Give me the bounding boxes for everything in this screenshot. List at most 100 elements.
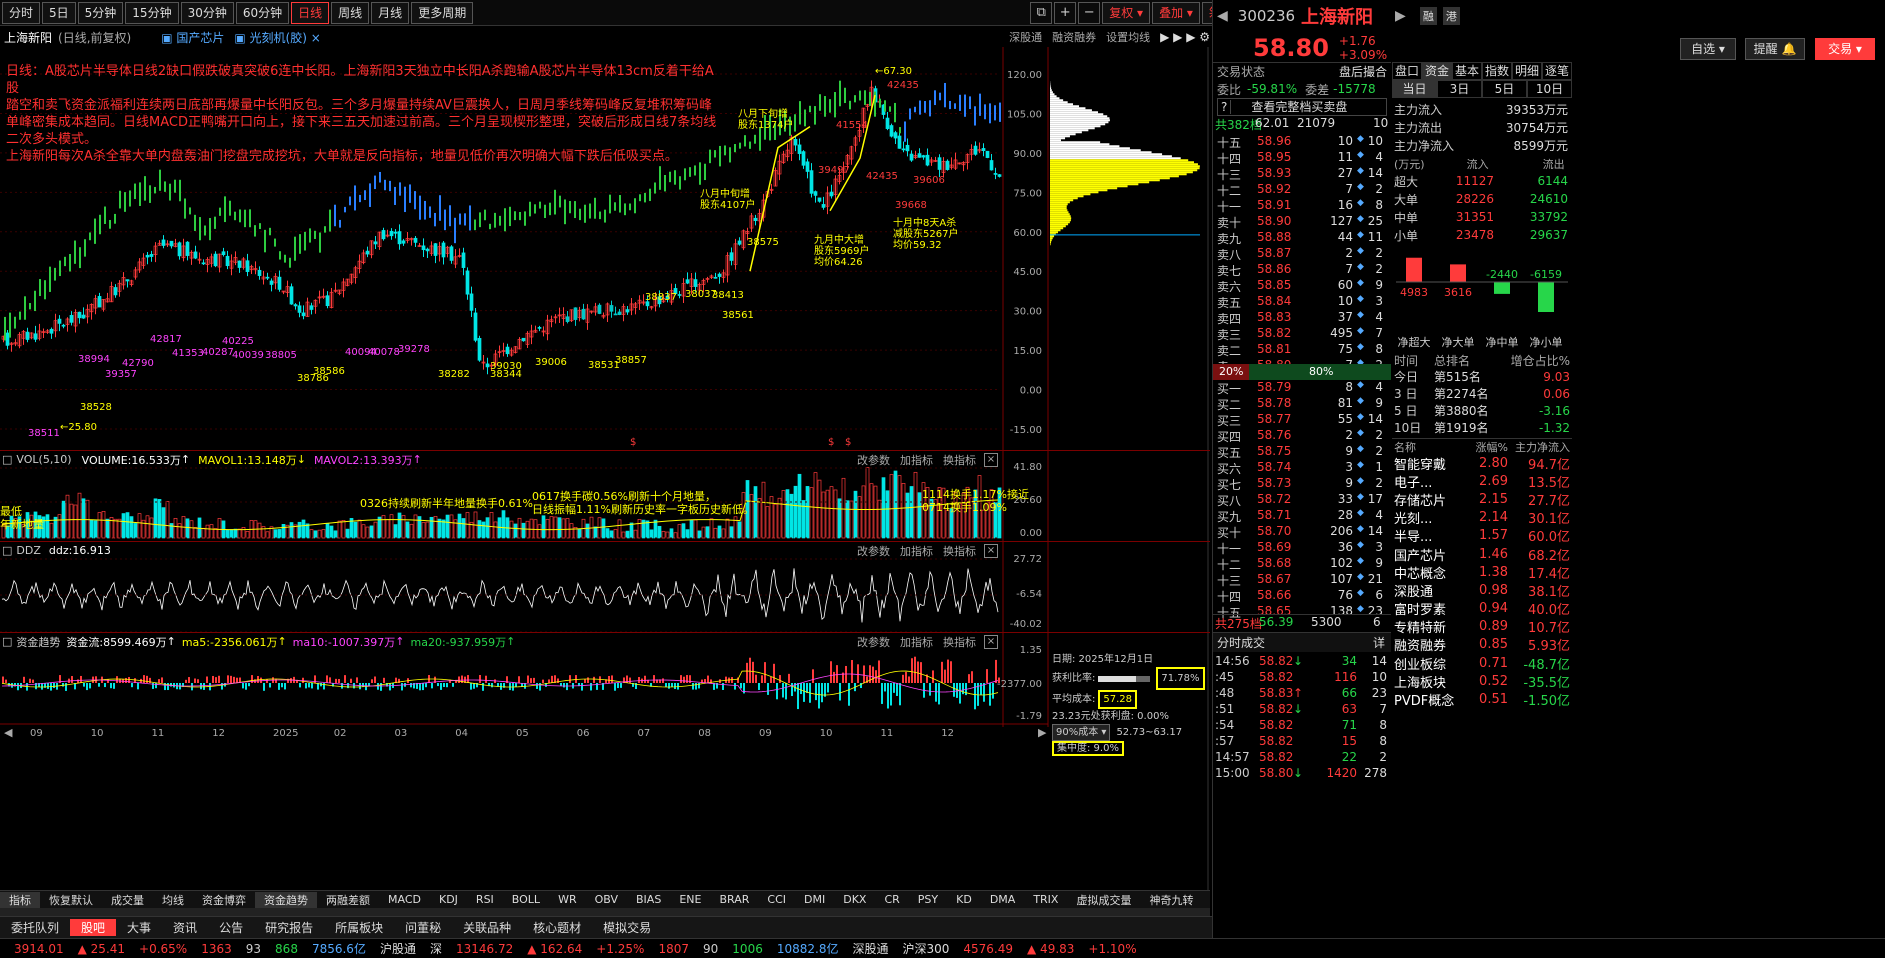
fund-tab[interactable]: 基本 — [1452, 62, 1482, 80]
bid-level[interactable]: 买六 58.74 3 ◆ 1 — [1213, 460, 1391, 476]
period-btn[interactable]: 15分钟 — [125, 1, 179, 24]
ddz-swap-indicator[interactable]: 换指标 — [943, 543, 976, 559]
bottom-tab[interactable]: 模拟交易 — [592, 919, 662, 936]
bottom-tab[interactable]: 问董秘 — [394, 919, 452, 936]
sector-row[interactable]: 存储芯片 2.15 27.7亿 — [1392, 490, 1572, 509]
bottom-tab[interactable]: 公告 — [208, 919, 254, 936]
indicator-tab[interactable]: CCI — [758, 893, 795, 906]
sector-row[interactable]: 光刻... 2.14 30.1亿 — [1392, 509, 1572, 527]
bottom-tab[interactable]: 股吧 — [70, 919, 117, 936]
alert-button[interactable]: 提醒 🔔 — [1745, 38, 1805, 60]
prev-stock-icon[interactable]: ◀ — [1217, 8, 1228, 24]
tool-icon[interactable]: − — [1078, 1, 1101, 24]
scroll-right-icon[interactable]: ▶ — [1038, 726, 1047, 739]
concept-tag-2[interactable]: ▣ 光刻机(胶) × — [234, 29, 320, 46]
indicator-tab[interactable]: DKX — [834, 893, 875, 906]
ask-level[interactable]: 卖九 58.88 44 ◆ 11 — [1213, 230, 1391, 246]
bottom-tab[interactable]: 核心题材 — [522, 919, 592, 936]
period-btn[interactable]: 5日 — [42, 1, 76, 24]
indicator-tab[interactable]: KDJ — [430, 893, 467, 906]
close-icon[interactable]: × — [984, 452, 998, 467]
bottom-tab[interactable]: 关联品种 — [452, 919, 522, 936]
sector-row[interactable]: 半导... 1.57 60.0亿 — [1392, 527, 1572, 545]
bid-level[interactable]: 买一 58.79 8 ◆ 4 — [1213, 380, 1391, 396]
sector-row[interactable]: 智能穿戴 2.80 94.7亿 — [1392, 454, 1572, 473]
sector-row[interactable]: 电子... 2.69 13.5亿 — [1392, 472, 1572, 491]
ask-level[interactable]: 卖五 58.84 10 ◆ 3 — [1213, 294, 1391, 310]
bid-level[interactable]: 买四 58.76 2 ◆ 2 — [1213, 428, 1391, 444]
indicator-tab[interactable]: DMI — [795, 893, 834, 906]
fund-tab[interactable]: 指数 — [1482, 62, 1512, 80]
ask-level[interactable]: 卖三 58.82 495 ◆ 7 — [1213, 326, 1391, 342]
period-btn[interactable]: 更多周期 — [411, 1, 474, 24]
vol-edit-params[interactable]: 改参数 — [857, 452, 890, 468]
indicator-tab[interactable]: OBV — [586, 893, 627, 906]
bid-level[interactable]: 买九 58.71 28 ◆ 4 — [1213, 508, 1391, 524]
indicator-tab[interactable]: 指标 — [0, 891, 40, 908]
full-book-link[interactable]: ? 查看完整档买卖盘 — [1217, 98, 1387, 116]
sector-row[interactable]: PVDF概念 0.51 -1.50亿 — [1392, 690, 1572, 709]
concept-tag-1[interactable]: ▣ 国产芯片 — [161, 29, 224, 46]
indicator-tab[interactable]: BOLL — [503, 893, 549, 906]
fund-tab[interactable]: 明细 — [1512, 62, 1542, 80]
close-icon[interactable]: × — [984, 634, 998, 649]
bid-level[interactable]: 十三 58.67 107 ◆ 21 — [1213, 572, 1391, 588]
period-tab[interactable]: 3日 — [1437, 80, 1482, 98]
vol-swap-indicator[interactable]: 换指标 — [943, 452, 976, 468]
period-btn[interactable]: 周线 — [331, 1, 370, 24]
vol-add-indicator[interactable]: 加指标 — [900, 452, 933, 468]
sector-row[interactable]: 富时罗素 0.94 40.0亿 — [1392, 600, 1572, 618]
period-btn[interactable]: 分时 — [2, 1, 41, 24]
sector-row[interactable]: 创业板综 0.71 -48.7亿 — [1392, 654, 1572, 673]
bid-level[interactable]: 十一 58.69 36 ◆ 3 — [1213, 540, 1391, 556]
fund-tab[interactable]: 盘口 — [1392, 62, 1422, 80]
bid-level[interactable]: 买八 58.72 33 ◆ 17 — [1213, 492, 1391, 508]
indicator-tab[interactable]: 均线 — [153, 892, 193, 908]
indicator-tab[interactable]: 成交量 — [102, 892, 153, 908]
scroll-left-icon[interactable]: ◀ — [4, 726, 13, 739]
indicator-tab[interactable]: DMA — [981, 893, 1025, 906]
period-btn[interactable]: 日线 — [291, 1, 330, 24]
ask-level[interactable]: 卖十 58.90 127 ◆ 25 — [1213, 214, 1391, 230]
kline-chart[interactable]: 120.00105.0090.0075.0060.0045.0030.0015.… — [0, 47, 1210, 892]
next-stock-icon[interactable]: ▶ — [1395, 8, 1406, 24]
bottom-tab[interactable]: 所属板块 — [324, 919, 394, 936]
ask-level[interactable]: 十五 58.96 10 ◆ 10 — [1213, 134, 1391, 150]
indicator-tab[interactable]: BRAR — [710, 893, 758, 906]
period-btn[interactable]: 60分钟 — [235, 1, 290, 24]
fund-tab[interactable]: 逐笔 — [1542, 62, 1572, 80]
detail-button[interactable]: 详 — [1373, 634, 1385, 651]
close-icon[interactable]: × — [984, 543, 998, 558]
bid-level[interactable]: 买三 58.77 55 ◆ 14 — [1213, 412, 1391, 428]
indicator-tab[interactable]: ENE — [670, 893, 710, 906]
bottom-tab[interactable]: 研究报告 — [254, 919, 324, 936]
tool-icon[interactable]: + — [1054, 1, 1077, 24]
sector-row[interactable]: 专精特新 0.89 10.7亿 — [1392, 618, 1572, 636]
fund-tab[interactable]: 资金 — [1422, 62, 1452, 80]
period-btn[interactable]: 30分钟 — [180, 1, 234, 24]
indicator-tab[interactable]: 资金趋势 — [255, 891, 317, 908]
period-tab[interactable]: 5日 — [1482, 80, 1527, 98]
trade-button[interactable]: 交易 ▾ — [1815, 38, 1875, 60]
period-btn[interactable]: 月线 — [371, 1, 410, 24]
indicator-tab[interactable]: 恢复默认 — [40, 892, 102, 908]
bid-level[interactable]: 买五 58.75 9 ◆ 2 — [1213, 444, 1391, 460]
indicator-tab[interactable]: CR — [875, 893, 908, 906]
indicator-tab[interactable]: TRIX — [1024, 893, 1067, 906]
ma-setting-button[interactable]: 设置均线 — [1106, 29, 1150, 45]
indicator-tab[interactable]: BIAS — [627, 893, 670, 906]
indicator-tab[interactable]: PSY — [909, 893, 947, 906]
bottom-tab[interactable]: 大事 — [116, 919, 162, 936]
bottom-scroll[interactable] — [0, 908, 1210, 916]
bid-level[interactable]: 买七 58.73 9 ◆ 2 — [1213, 476, 1391, 492]
bid-level[interactable]: 买二 58.78 81 ◆ 9 — [1213, 396, 1391, 412]
cost-mode-select[interactable]: 90%成本 ▾ — [1052, 724, 1111, 741]
indicator-tab[interactable]: 两融差额 — [317, 892, 379, 908]
ask-level[interactable]: 卖二 58.81 75 ◆ 8 — [1213, 342, 1391, 358]
indicator-tab[interactable]: WR — [549, 893, 586, 906]
indicator-tab[interactable]: 神奇九转 — [1140, 892, 1202, 908]
bid-level[interactable]: 十四 58.66 76 ◆ 6 — [1213, 588, 1391, 604]
indicator-tab[interactable]: RSI — [467, 893, 503, 906]
bid-level[interactable]: 买十 58.70 206 ◆ 14 — [1213, 524, 1391, 540]
indicator-tab[interactable]: KD — [947, 893, 981, 906]
